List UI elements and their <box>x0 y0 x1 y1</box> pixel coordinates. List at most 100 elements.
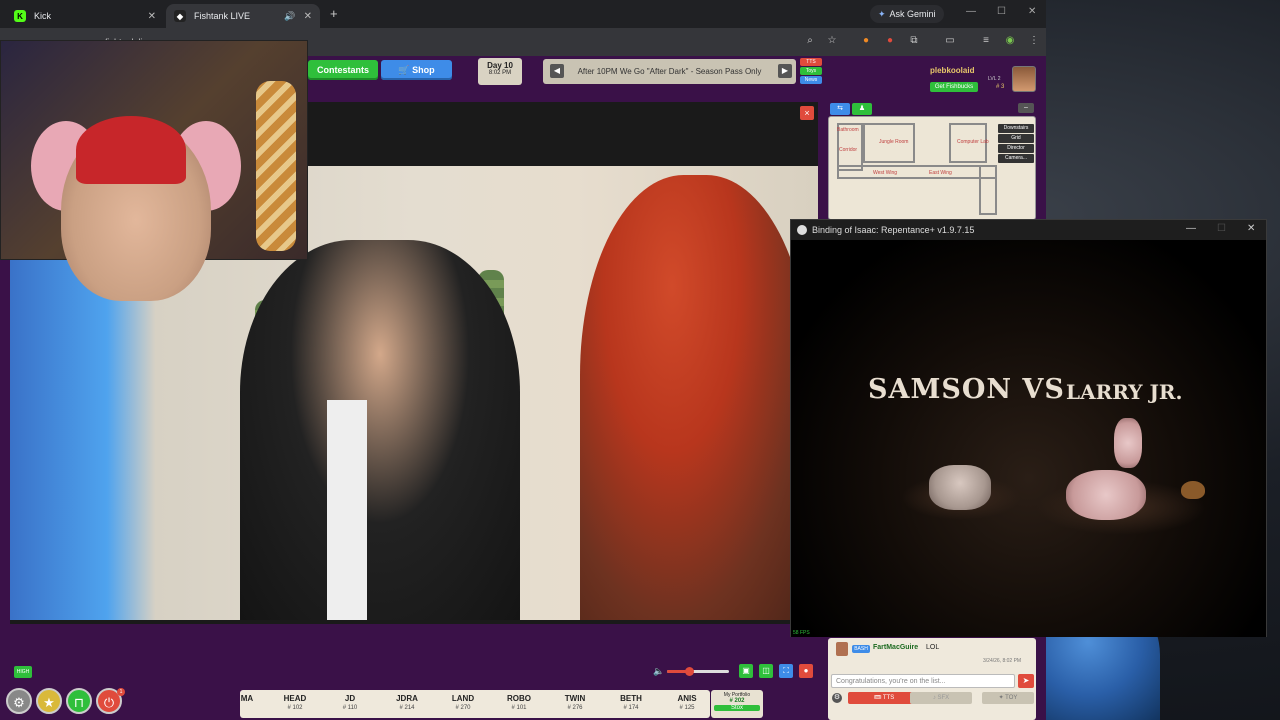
minimize-icon[interactable]: — <box>966 6 976 17</box>
window-title: Binding of Isaac: Repentance+ v1.9.7.15 <box>812 225 975 235</box>
menu-icon[interactable]: ⋮ <box>1028 35 1040 47</box>
map-room[interactable] <box>837 165 997 179</box>
clip-icon[interactable]: ▣ <box>739 664 753 678</box>
ask-gemini-button[interactable]: ✦ Ask Gemini <box>870 5 944 23</box>
news-chip[interactable]: News <box>800 76 822 84</box>
minimize-icon[interactable]: — <box>1186 223 1196 234</box>
user-level: LVL 2 <box>988 76 1001 82</box>
day-clock: Day 10 8:02 PM <box>478 58 522 85</box>
contestant-twin[interactable]: TWIN # 276 <box>550 694 600 711</box>
avatar[interactable] <box>1012 66 1036 92</box>
cast-icon[interactable]: ▭ <box>944 35 956 47</box>
mug-icon[interactable]: ⊓ <box>66 688 92 714</box>
ticket-icon: 🎟 <box>873 695 883 701</box>
extension-icon[interactable]: ● <box>860 35 872 47</box>
toy-button[interactable]: ✦ TOY <box>982 692 1034 704</box>
chat-timestamp: 3/24/26, 8:02 PM <box>983 658 1022 664</box>
stox-button[interactable]: Stox <box>714 705 760 711</box>
larry-jr-head-sprite <box>1114 418 1142 468</box>
record-icon[interactable]: ● <box>799 664 813 678</box>
versus-boss-name: LARRY JR. <box>1066 380 1183 404</box>
minimize-map-button[interactable]: – <box>1018 103 1034 113</box>
fishtank-icon: ◆ <box>174 10 186 22</box>
maximize-icon: ☐ <box>1217 223 1226 234</box>
media-icon[interactable]: ≡ <box>980 35 992 47</box>
profile-icon[interactable]: ◉ <box>1004 35 1016 47</box>
tab-fishtank[interactable]: ◆ Fishtank LIVE 🔊 ✕ <box>166 4 320 28</box>
get-fishbucks-button[interactable]: Get Fishbucks <box>930 82 978 92</box>
contestant-robo[interactable]: ROBO # 101 <box>494 694 544 711</box>
new-tab-icon[interactable]: + <box>330 6 338 21</box>
director-button[interactable]: Director <box>998 144 1034 153</box>
close-icon[interactable]: ✕ <box>1247 223 1255 234</box>
settings-icon[interactable]: ⚙ <box>6 688 32 714</box>
maximize-icon[interactable]: ☐ <box>997 6 1006 17</box>
bookmark-star-icon[interactable]: ☆ <box>826 35 838 47</box>
send-icon[interactable]: ➤ <box>1018 674 1034 688</box>
webcam-overlay <box>0 40 308 301</box>
contestant-anis[interactable]: ANIS # 125 <box>662 694 712 711</box>
isaac-game-window[interactable]: Binding of Isaac: Repentance+ v1.9.7.15 … <box>790 219 1267 637</box>
user-rank: # 3 <box>996 84 1005 90</box>
chat-input[interactable]: Congratulations, you're on the list... <box>831 674 1015 688</box>
tab-label: Kick <box>34 11 52 21</box>
kick-icon: K <box>14 10 26 22</box>
volume-slider[interactable] <box>667 667 729 676</box>
contestant-land[interactable]: LAND # 270 <box>438 694 488 711</box>
avatar[interactable] <box>836 642 848 656</box>
contestants-strip: MA HEAD # 102 JD # 110 JDRA # 214 LAND # 270… <box>240 690 710 718</box>
giraffe-plush <box>256 81 296 251</box>
medal-icon[interactable]: ★ <box>36 688 62 714</box>
isaac-app-icon <box>797 225 807 235</box>
fullscreen-icon[interactable]: ⛶ <box>779 664 793 678</box>
toys-chip[interactable]: Toys <box>800 67 822 75</box>
chat-settings-icon[interactable]: ⚙ <box>832 693 842 703</box>
contestant-head[interactable]: HEAD # 102 <box>270 694 320 711</box>
shop-button[interactable]: 🛒 Shop <box>381 60 452 80</box>
shirt-decor <box>327 400 367 620</box>
close-icon[interactable]: ✕ <box>304 11 312 22</box>
contestant-beth[interactable]: BETH # 174 <box>606 694 656 711</box>
contestant-jdra[interactable]: JDRA # 214 <box>382 694 432 711</box>
close-icon[interactable]: ✕ <box>148 11 156 22</box>
extensions-puzzle-icon[interactable]: ⧉ <box>908 35 920 47</box>
sfx-button[interactable]: ♪ SFX <box>910 692 972 704</box>
close-video-button[interactable]: × <box>800 106 814 120</box>
side-chips: TTS Toys News <box>800 58 822 85</box>
username[interactable]: plebkoolaid <box>930 66 974 75</box>
news-ticker: After 10PM We Go "After Dark" - Season P… <box>543 59 796 84</box>
quality-badge[interactable]: HIGH <box>14 666 32 678</box>
chat-message: LOL <box>926 644 940 651</box>
contestant-figure <box>240 240 520 620</box>
tab-kick[interactable]: K Kick ✕ <box>6 4 164 28</box>
grid-button[interactable]: Grid <box>998 134 1034 143</box>
game-canvas[interactable]: SAMSON VS LARRY JR. 58 FPS <box>791 240 1266 637</box>
contestant-ma[interactable]: MA <box>222 694 272 705</box>
speaker-icon[interactable]: 🔊 <box>284 11 295 22</box>
tab-bar: K Kick ✕ ◆ Fishtank LIVE 🔊 ✕ + ✦ Ask Gem… <box>0 0 1046 28</box>
shop-icon: 🛒 <box>398 64 413 75</box>
camera-button[interactable]: Camera... <box>998 154 1034 163</box>
contestant-jd[interactable]: JD # 110 <box>325 694 375 711</box>
tab-label: Fishtank LIVE <box>194 11 251 21</box>
extension-icon[interactable]: ● <box>884 35 896 47</box>
map-tab-icon[interactable]: ⇆ <box>830 103 850 115</box>
versus-player-name: SAMSON VS <box>868 374 1065 405</box>
chat-username[interactable]: FartMacGuire <box>873 644 918 651</box>
ticker-next-icon[interactable]: ▶ <box>778 64 792 78</box>
close-window-icon[interactable]: ✕ <box>1028 6 1036 17</box>
zoom-icon[interactable]: ⌕ <box>804 35 816 47</box>
hat-decor <box>76 116 186 184</box>
clan-badge: BASH <box>852 645 870 653</box>
volume-icon[interactable]: 🔈 <box>653 666 664 677</box>
ticker-prev-icon[interactable]: ◀ <box>550 64 564 78</box>
person-icon[interactable]: ♟ <box>852 103 872 115</box>
volume-knob[interactable] <box>684 667 694 676</box>
downstairs-button[interactable]: Downstairs <box>998 124 1034 133</box>
tts-chip[interactable]: TTS <box>800 58 822 66</box>
pip-icon[interactable]: ◫ <box>759 664 773 678</box>
map-room[interactable] <box>979 165 997 215</box>
portfolio-box[interactable]: My Portfolio # 202 Stox <box>711 690 763 718</box>
fps-counter: 58 FPS <box>793 630 810 636</box>
contestants-button[interactable]: Contestants <box>308 60 378 80</box>
